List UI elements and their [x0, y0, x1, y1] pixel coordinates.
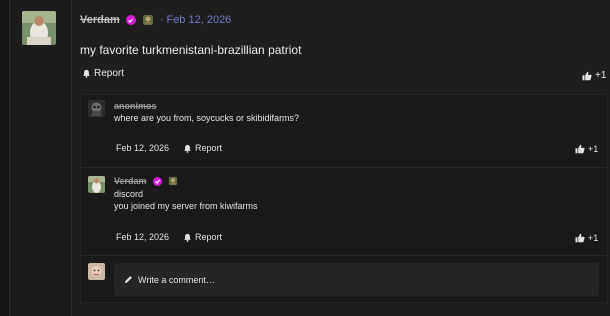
reply-divider	[81, 167, 607, 168]
reply-report-label: Report	[195, 143, 223, 153]
reply-meta: Feb 12, 2026 Report	[116, 143, 222, 153]
left-side-strip	[0, 0, 10, 316]
reply-text: you joined my server from kiwifarms	[114, 201, 258, 211]
reply-avatar[interactable]	[88, 100, 105, 117]
reply-meta: Feb 12, 2026 Report	[116, 232, 222, 242]
post-report-button[interactable]: Report	[82, 68, 124, 79]
post-body-text: my favorite turkmenistani-brazillian pat…	[80, 43, 302, 57]
post-card: Verdam · Feb 12, 2026 my favorite turkme…	[10, 0, 610, 316]
reply-text: discord	[114, 189, 144, 199]
reply-text: where are you from, soycucks or skibidif…	[114, 113, 300, 123]
write-comment-input[interactable]: Write a comment…	[114, 263, 599, 296]
post-like-count: +1	[595, 70, 607, 81]
bell-icon	[184, 233, 191, 242]
reply-like-button[interactable]: +1	[575, 144, 598, 154]
verified-badge-icon	[152, 176, 162, 186]
replies-section: anonimos where are you from, soycucks or…	[80, 94, 608, 303]
reply-report-button[interactable]: Report	[183, 232, 222, 242]
reply-date[interactable]: Feb 12, 2026	[116, 232, 169, 242]
thumbs-up-icon	[575, 144, 585, 154]
reply-report-label: Report	[195, 232, 223, 242]
post-header: Verdam · Feb 12, 2026	[80, 13, 231, 27]
post-date[interactable]: · Feb 12, 2026	[160, 14, 232, 26]
post-author-avatar[interactable]	[22, 11, 56, 45]
reply-date[interactable]: Feb 12, 2026	[116, 143, 169, 153]
reply-avatar[interactable]	[88, 176, 105, 193]
write-comment-placeholder: Write a comment…	[138, 274, 215, 285]
rank-badge-icon	[168, 176, 177, 186]
verified-badge-icon	[125, 15, 136, 25]
reply-like-button[interactable]: +1	[575, 233, 598, 243]
reply-username[interactable]: anonimos	[114, 101, 157, 111]
bell-icon	[83, 69, 90, 78]
post-avatar-column	[10, 0, 72, 316]
reply-like-count: +1	[588, 144, 599, 154]
reply-report-button[interactable]: Report	[183, 143, 222, 153]
rank-badge-icon	[142, 15, 153, 25]
current-user-avatar[interactable]	[88, 263, 105, 280]
post-like-button[interactable]: +1	[582, 70, 606, 81]
reply-header: Verdam	[114, 176, 178, 186]
reply-divider	[81, 255, 607, 256]
thumbs-up-icon	[575, 233, 585, 243]
post-report-label: Report	[94, 68, 125, 79]
post-username[interactable]: Verdam	[80, 14, 120, 26]
pencil-icon	[124, 276, 132, 284]
reply-username[interactable]: Verdam	[114, 176, 147, 186]
reply-like-count: +1	[588, 233, 599, 243]
bell-icon	[184, 144, 191, 153]
thumbs-up-icon	[582, 71, 592, 80]
